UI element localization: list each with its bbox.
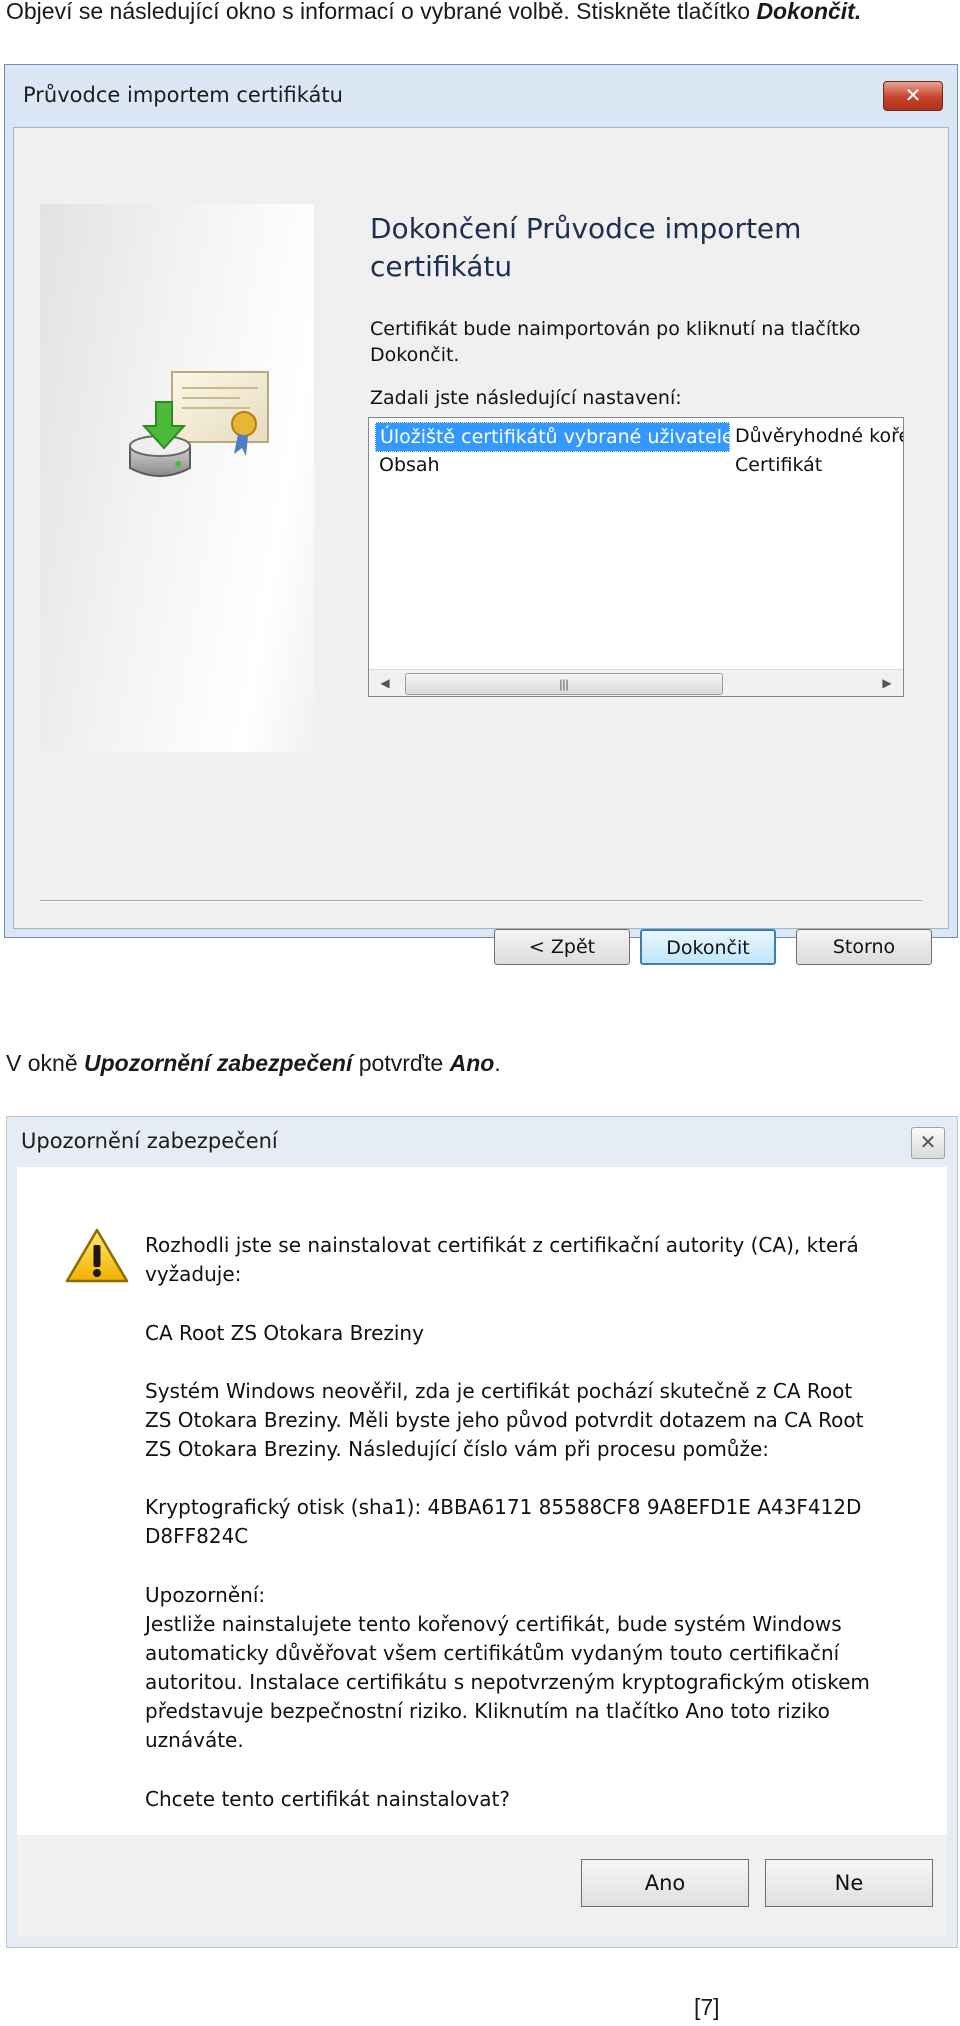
risk-warning-label: Upozornění: <box>145 1583 266 1607</box>
wizard-title: Průvodce importem certifikátu <box>23 83 343 107</box>
security-intro-line-2: vyžaduje: <box>145 1262 242 1286</box>
thumbprint-line-2: D8FF824C <box>145 1524 249 1548</box>
wizard-heading: Dokončení Průvodce importem certifikátu <box>370 210 870 286</box>
verification-line-3: ZS Otokara Breziny. Následující číslo vá… <box>145 1437 770 1461</box>
caption-2-emphasis-2: Ano <box>449 1050 495 1076</box>
close-icon: ✕ <box>919 1130 937 1154</box>
caption-2-mid: potvrďte <box>352 1050 450 1076</box>
thumbprint: Kryptografický otisk (sha1): 4BBA6171 85… <box>145 1493 905 1551</box>
security-title: Upozornění zabezpečení <box>21 1129 278 1153</box>
security-close-button[interactable]: ✕ <box>911 1127 945 1159</box>
risk-warning-line-4: představuje bezpečnostní riziko. Kliknut… <box>145 1699 830 1723</box>
certificate-import-wizard-window: Průvodce importem certifikátu ✕ Dokončen… <box>4 64 958 965</box>
risk-warning: Upozornění: Jestliže nainstalujete tento… <box>145 1581 905 1755</box>
yes-button[interactable]: Ano <box>581 1859 749 1907</box>
list-row-store[interactable]: Úložiště certifikátů vybrané uživatelem … <box>375 422 903 452</box>
instruction-caption-1: Objeví se následující okno s informací o… <box>6 0 861 25</box>
security-button-bar: Ano Ne <box>17 1835 947 1937</box>
list-cell-value: Certifikát <box>735 454 823 476</box>
security-warning-window: Upozornění zabezpečení ✕ Rozhodli jste s… <box>6 1116 958 1948</box>
wizard-heading-line-1: Dokončení Průvodce importem <box>370 212 802 245</box>
page-number: [7] <box>694 1994 720 2020</box>
caption-2-pre: V okně <box>6 1050 84 1076</box>
wizard-info-text: Certifikát bude naimportován po kliknutí… <box>370 316 861 368</box>
risk-warning-line-2: automaticky důvěřovat všem certifikátům … <box>145 1641 840 1665</box>
finish-button[interactable]: Dokončit <box>640 929 776 965</box>
thumbprint-line-1: Kryptografický otisk (sha1): 4BBA6171 85… <box>145 1495 862 1519</box>
close-icon: ✕ <box>904 83 922 107</box>
scroll-left-arrow-icon[interactable]: ◀ <box>375 673 395 693</box>
list-cell-value: Důvěryhodné kořenové certifikační autori… <box>735 425 903 447</box>
footer-divider <box>40 900 922 902</box>
cancel-button[interactable]: Storno <box>796 929 932 965</box>
caption-1-text: Objeví se následující okno s informací o… <box>6 0 757 24</box>
verification-line-2: ZS Otokara Breziny. Měli byste jeho půvo… <box>145 1408 864 1432</box>
wizard-side-panel <box>40 204 314 752</box>
scroll-thumb[interactable]: ||| <box>405 673 723 695</box>
settings-list[interactable]: Úložiště certifikátů vybrané uživatelem … <box>368 417 904 697</box>
caption-2-end: . <box>494 1050 501 1076</box>
back-button[interactable]: < Zpět <box>494 929 630 965</box>
list-cell-name: Obsah <box>379 454 440 476</box>
caption-1-emphasis: Dokončit <box>756 0 855 24</box>
list-cell-name: Úložiště certifikátů vybrané uživatelem <box>375 422 752 452</box>
wizard-client-area: Dokončení Průvodce importem certifikátu … <box>13 127 949 965</box>
wizard-info-line-2: Dokončit. <box>370 344 460 366</box>
caption-2-emphasis: Upozornění zabezpečení <box>84 1050 353 1076</box>
risk-warning-line-5: uznáváte. <box>145 1728 244 1752</box>
verification-paragraph: Systém Windows neověřil, zda je certifik… <box>145 1377 905 1464</box>
list-row-content[interactable]: Obsah Certifikát <box>375 451 903 479</box>
security-client-area: Rozhodli jste se nainstalovat certifikát… <box>17 1167 947 1937</box>
scroll-right-arrow-icon[interactable]: ▶ <box>877 673 897 693</box>
risk-warning-line-3: autoritou. Instalace certifikátu s nepot… <box>145 1670 870 1694</box>
ca-name: CA Root ZS Otokara Breziny <box>145 1321 424 1345</box>
certificate-import-icon <box>129 371 269 477</box>
no-button[interactable]: Ne <box>765 1859 933 1907</box>
horizontal-scrollbar[interactable]: ◀ ||| ▶ <box>369 669 903 696</box>
verification-line-1: Systém Windows neověřil, zda je certifik… <box>145 1379 853 1403</box>
install-question: Chcete tento certifikát nainstalovat? <box>145 1787 510 1811</box>
instruction-caption-2: V okně Upozornění zabezpečení potvrďte A… <box>6 1050 501 1077</box>
caption-1-end: . <box>854 0 862 24</box>
security-intro-line-1: Rozhodli jste se nainstalovat certifikát… <box>145 1233 859 1257</box>
warning-icon <box>65 1228 129 1283</box>
risk-warning-line-1: Jestliže nainstalujete tento kořenový ce… <box>145 1612 842 1636</box>
wizard-heading-line-2: certifikátu <box>370 250 513 283</box>
settings-label: Zadali jste následující nastavení: <box>370 387 682 409</box>
wizard-info-line-1: Certifikát bude naimportován po kliknutí… <box>370 318 861 340</box>
security-intro: Rozhodli jste se nainstalovat certifikát… <box>145 1231 905 1289</box>
wizard-close-button[interactable]: ✕ <box>883 81 943 111</box>
